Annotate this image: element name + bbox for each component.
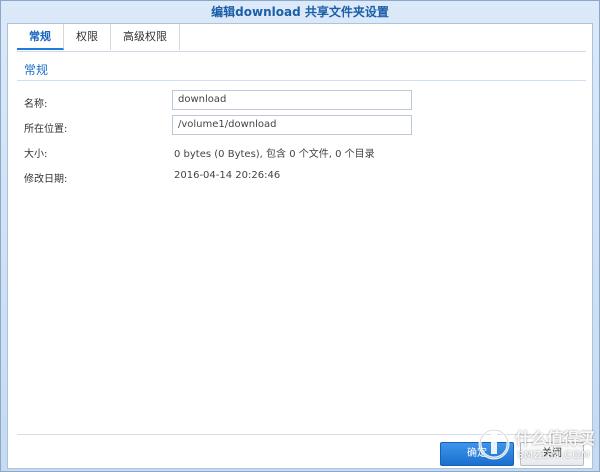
- location-label: 所在位置:: [24, 124, 68, 135]
- tab-permissions[interactable]: 权限: [64, 24, 111, 50]
- modified-value: 2016-04-14 20:26:46: [174, 170, 281, 181]
- dialog-window: 编辑download 共享文件夹设置 常规 权限 高级权限 常规 名称: dow…: [0, 0, 600, 472]
- location-field[interactable]: /volume1/download: [172, 115, 412, 135]
- footer-divider: [17, 434, 586, 435]
- close-button[interactable]: 关闭: [520, 442, 584, 466]
- name-label: 名称:: [24, 99, 48, 110]
- size-value: 0 bytes (0 Bytes), 包含 0 个文件, 0 个目录: [174, 149, 375, 160]
- modified-label: 修改日期:: [24, 174, 68, 185]
- tab-bar: 常规 权限 高级权限: [17, 24, 180, 50]
- tab-advanced-permissions[interactable]: 高级权限: [111, 24, 180, 50]
- dialog-title: 编辑download 共享文件夹设置: [211, 5, 389, 19]
- tab-divider: [17, 51, 586, 52]
- ok-button[interactable]: 确定: [440, 442, 514, 466]
- dialog-content: 常规 权限 高级权限 常规 名称: download 所在位置: /volume…: [7, 23, 593, 469]
- name-field[interactable]: download: [172, 90, 412, 110]
- tab-general[interactable]: 常规: [17, 24, 64, 50]
- section-divider: [17, 80, 586, 81]
- section-title: 常规: [24, 63, 49, 77]
- size-label: 大小:: [24, 149, 48, 160]
